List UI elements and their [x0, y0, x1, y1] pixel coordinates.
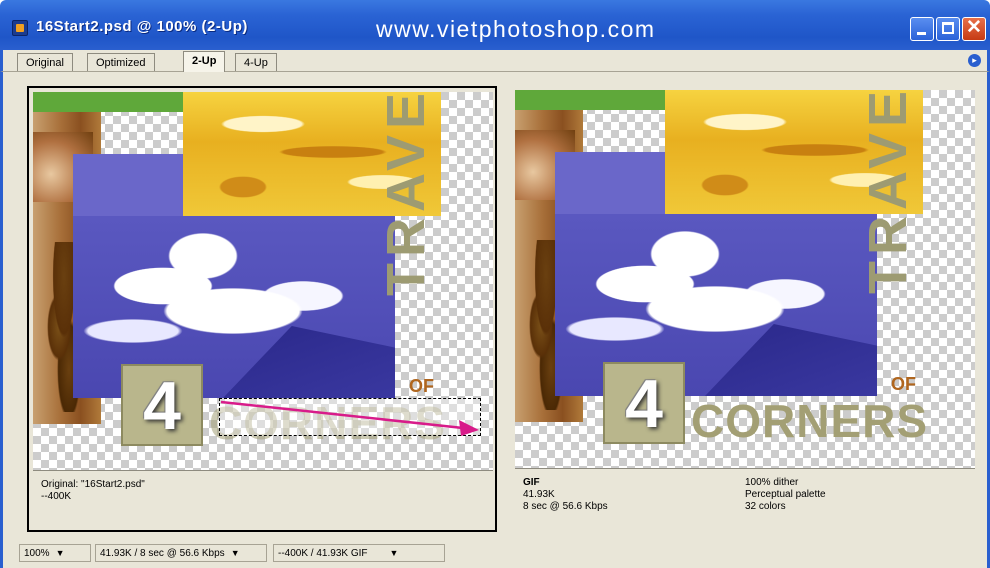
tab-2-up[interactable]: 2-Up — [183, 51, 226, 72]
green-banner — [515, 90, 675, 110]
maximize-button[interactable] — [936, 17, 960, 41]
status-bar: 100% ▼ 41.93K / 8 sec @ 56.6 Kbps ▼ --400K… — [0, 540, 990, 568]
optimized-colors: 32 colors — [745, 501, 786, 512]
drag-arrow-head — [459, 420, 479, 436]
chevron-down-icon[interactable]: ▼ — [390, 548, 399, 558]
compare-value: --400K / 41.93K GIF — [278, 548, 368, 559]
original-canvas[interactable]: TRAVEL 4 OF CORNERS — [33, 92, 493, 470]
optimized-canvas[interactable]: TRAVEL 4 OF CORNERS — [515, 90, 975, 468]
view-tabs: Original Optimized 2-Up 4-Up ▸ — [0, 50, 990, 72]
zoom-select[interactable]: 100% ▼ — [19, 544, 91, 562]
close-button[interactable]: ✕ — [962, 17, 986, 41]
minimize-icon — [917, 32, 926, 35]
number-four: 4 — [625, 366, 663, 442]
optimized-format: GIF — [523, 477, 540, 488]
watermark-text: www.vietphotoshop.com — [376, 16, 656, 42]
original-filename: Original: "16Start2.psd" — [41, 479, 145, 490]
palette-menu-arrow-icon[interactable]: ▸ — [968, 54, 981, 67]
preview-area: TRAVEL 4 OF CORNERS Original: "16Start2.… — [0, 72, 990, 568]
tab-4-up[interactable]: 4-Up — [235, 53, 277, 71]
original-size: --400K — [41, 491, 72, 502]
tab-optimized[interactable]: Optimized — [87, 53, 155, 71]
title-bar[interactable]: 16Start2.psd @ 100% (2-Up) www.vietphoto… — [0, 0, 990, 50]
optimized-pane[interactable]: TRAVEL 4 OF CORNERS GIF 41.93K 8 sec @ 5… — [513, 88, 983, 534]
size-time-value: 41.93K / 8 sec @ 56.6 Kbps — [100, 548, 225, 559]
drag-arrow-line — [220, 400, 464, 430]
minimize-button[interactable] — [910, 17, 934, 41]
original-pane[interactable]: TRAVEL 4 OF CORNERS Original: "16Start2.… — [27, 86, 497, 532]
close-icon: ✕ — [966, 17, 982, 38]
chevron-down-icon[interactable]: ▼ — [56, 548, 65, 558]
photoshop-document-icon[interactable] — [12, 20, 28, 36]
chevron-down-icon[interactable]: ▼ — [231, 548, 240, 558]
download-time-select[interactable]: 41.93K / 8 sec @ 56.6 Kbps ▼ — [95, 544, 267, 562]
compare-select[interactable]: --400K / 41.93K GIF ▼ — [273, 544, 445, 562]
optimized-palette: Perceptual palette — [745, 489, 826, 500]
of-text: OF — [891, 374, 916, 394]
optimized-download-time: 8 sec @ 56.6 Kbps — [523, 501, 608, 512]
drag-arrow — [220, 400, 479, 436]
window-title: 16Start2.psd @ 100% (2-Up) — [36, 18, 248, 35]
tab-original[interactable]: Original — [17, 53, 73, 71]
zoom-value: 100% — [24, 548, 50, 559]
optimized-dither: 100% dither — [745, 477, 799, 488]
number-box: 4 — [603, 362, 685, 444]
optimized-info: GIF 41.93K 8 sec @ 56.6 Kbps 100% dither… — [515, 468, 975, 526]
original-info: Original: "16Start2.psd" --400K — [33, 470, 493, 528]
maximize-icon — [942, 22, 954, 34]
optimized-size: 41.93K — [523, 489, 555, 500]
travel-text: TRAVEL — [858, 90, 918, 294]
corners-text: CORNERS — [691, 395, 929, 447]
